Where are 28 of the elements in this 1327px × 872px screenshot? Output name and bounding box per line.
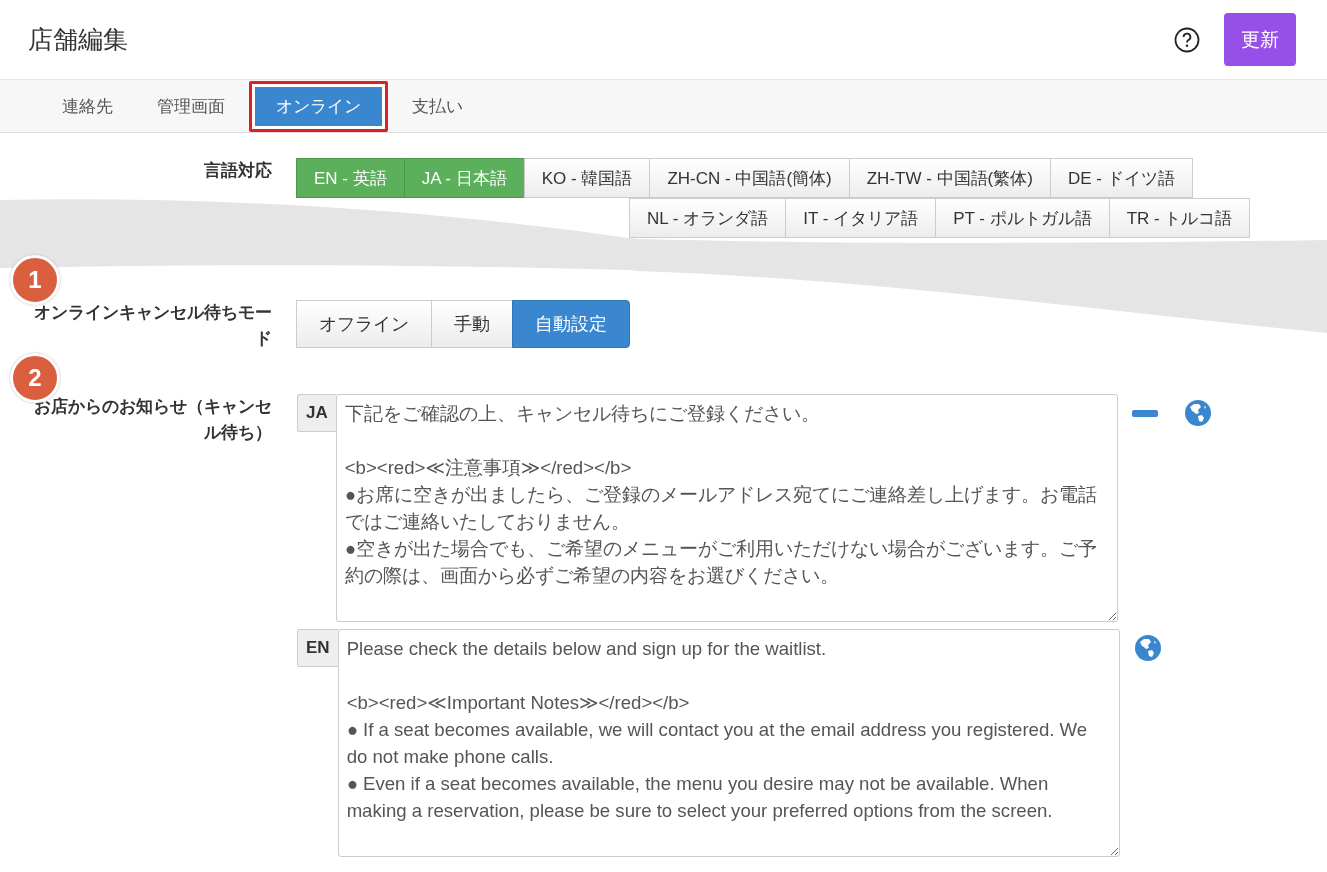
field-label: オンラインキャンセル待ちモード [33, 302, 272, 350]
language-toggle[interactable]: KO - 韓国語 [523, 158, 651, 198]
message-field[interactable]: 下記をご確認の上、キャンセル待ちにご登録ください。 <b><red>≪注意事項≫</red></b> ●お席に空きが出ましたら、ご登録のメールアドレス宛てにご連絡差し上げます。お電話ではご連絡いたしておりません。 ●空きが出た場合でも、ご希望のメニューがご利用いただけない場合がございます。ご予約の際は、画面から必ずご希望の内容をお選びください。 [335, 394, 1118, 622]
page-title: 店舗編集 [28, 24, 129, 55]
language-toggle[interactable]: NL - オランダ語 [629, 198, 787, 238]
tab[interactable]: 支払い [392, 82, 483, 130]
language-toggle[interactable]: IT - イタリア語 [785, 198, 937, 238]
tab[interactable]: 連絡先 [42, 82, 133, 130]
language-toggle[interactable]: DE - ドイツ語 [1049, 158, 1193, 198]
language-toggle[interactable]: ZH-CN - 中国語(簡体) [649, 158, 850, 198]
mode-option[interactable]: 手動 [431, 300, 513, 348]
minus-icon[interactable] [1131, 409, 1158, 417]
language-toggle[interactable]: TR - トルコ語 [1108, 198, 1251, 238]
language-code: EN [297, 629, 338, 667]
field-label: 言語対応 [203, 160, 272, 182]
tab[interactable]: 管理画面 [137, 82, 245, 130]
update-button[interactable]: 更新 [1224, 13, 1296, 66]
mode-option[interactable]: オフライン [296, 300, 432, 348]
language-code: JA [297, 394, 336, 432]
globe-icon[interactable] [1183, 399, 1212, 427]
message-field[interactable]: Please check the details below and sign up for the waitlist. <b><red>≪Important Notes≫</red></b> ● If a seat becomes available, we will contact you at the email address you registered. We do not make phone calls. ● Even if a seat becomes available, the menu you desire may not be available. When making a reservation, please be sure to select your preferred options from the screen. [337, 629, 1120, 857]
help-icon[interactable] [1174, 26, 1200, 53]
globe-icon[interactable] [1133, 634, 1162, 662]
mode-option[interactable]: 自動設定 [512, 300, 630, 348]
language-toggle[interactable]: PT - ポルトガル語 [935, 198, 1110, 238]
tab[interactable]: オンライン [249, 80, 388, 132]
step-badge: 1 [10, 255, 60, 305]
language-toggle[interactable]: ZH-TW - 中国語(繁体) [848, 158, 1051, 198]
